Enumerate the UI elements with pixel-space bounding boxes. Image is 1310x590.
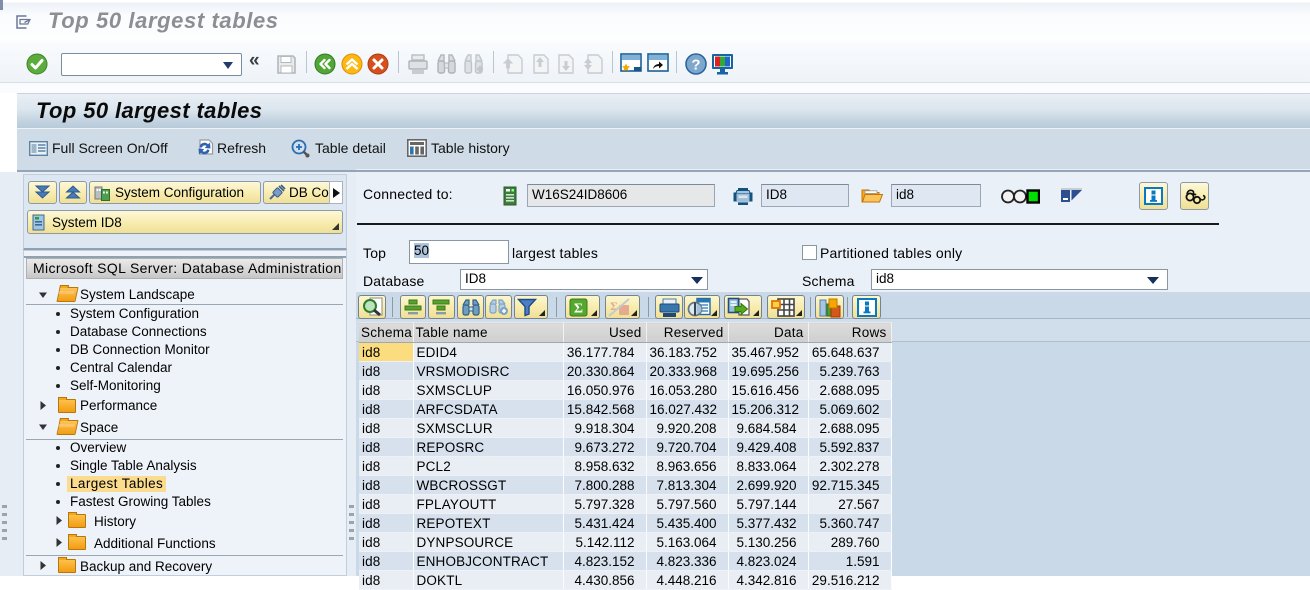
svg-text:?: ? bbox=[691, 57, 700, 74]
svg-text:Σ: Σ bbox=[574, 302, 583, 317]
